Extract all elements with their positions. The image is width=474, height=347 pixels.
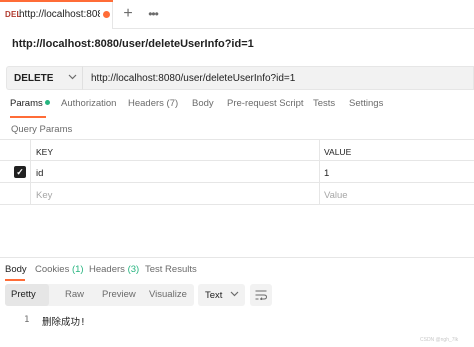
new-tab-plus-icon[interactable]: + — [120, 5, 136, 23]
response-body-text: 删除成功! — [42, 317, 86, 328]
pretty-button[interactable]: Pretty — [5, 284, 49, 306]
chevron-down-icon — [68, 72, 77, 85]
raw-button[interactable]: Raw — [59, 284, 90, 306]
more-tabs-ellipsis-icon[interactable]: ••• — [145, 5, 161, 23]
url-input[interactable]: http://localhost:8080/user/deleteUserInf… — [82, 66, 474, 90]
table-row-empty: Key Value — [0, 183, 474, 205]
column-divider — [30, 161, 31, 182]
response-type-label: Text — [205, 290, 223, 301]
headers-count: (3) — [127, 264, 140, 275]
response-tabs: Body Cookies (1) Headers (3) Test Result… — [0, 264, 474, 278]
cookies-count: (1) — [71, 264, 84, 275]
column-divider — [319, 161, 320, 182]
preview-button[interactable]: Preview — [96, 284, 142, 306]
active-request-tab-underline — [10, 116, 46, 118]
query-params-title: Query Params — [11, 124, 73, 135]
new-param-value-input[interactable]: Value — [324, 190, 348, 201]
tab-headers[interactable]: Headers (7) — [128, 98, 178, 109]
table-row: ✓ id 1 — [0, 161, 474, 183]
tab-response-headers[interactable]: Headers (3) — [89, 264, 139, 275]
tab-body[interactable]: Body — [192, 98, 214, 109]
chevron-down-icon — [230, 289, 239, 301]
visualize-button[interactable]: Visualize — [143, 284, 193, 306]
tab-response-cookies-label: Cookies — [35, 264, 70, 275]
unsaved-dot-icon — [103, 11, 110, 18]
tab-authorization[interactable]: Authorization — [61, 98, 116, 109]
column-header-key: KEY — [36, 147, 54, 157]
tab-pre-request-script[interactable]: Pre-request Script — [227, 98, 304, 109]
new-param-key-input[interactable]: Key — [36, 190, 52, 201]
response-divider — [0, 257, 474, 258]
tab-response-cookies[interactable]: Cookies (1) — [35, 264, 84, 275]
column-header-value: VALUE — [324, 147, 352, 157]
wrap-lines-button[interactable] — [250, 284, 272, 306]
request-tab[interactable]: DEL http://localhost:8080/u — [0, 0, 113, 29]
http-method-select[interactable]: DELETE — [6, 66, 82, 90]
table-header-row: KEY VALUE — [0, 139, 474, 161]
request-tabs: Params Authorization Headers (7) Body Pr… — [0, 98, 474, 116]
response-format-group: Pretty Raw Preview Visualize — [5, 284, 194, 306]
tab-params-label: Params — [10, 98, 43, 109]
line-number: 1 — [24, 315, 30, 325]
param-key-field[interactable]: id — [36, 168, 43, 179]
column-divider — [30, 140, 31, 160]
tab-bar: DEL http://localhost:8080/u + ••• — [0, 0, 474, 29]
http-method-label: DELETE — [14, 73, 54, 84]
tab-response-test-results[interactable]: Test Results — [145, 264, 197, 275]
url-text: http://localhost:8080/user/deleteUserInf… — [91, 73, 296, 84]
tab-response-headers-label: Headers — [89, 264, 125, 275]
tab-params[interactable]: Params — [10, 98, 50, 109]
active-response-tab-underline — [5, 279, 25, 281]
watermark: CSDN @ngh_7lk — [420, 337, 459, 343]
wrap-lines-icon — [255, 290, 267, 300]
column-divider — [319, 140, 320, 160]
response-type-select[interactable]: Text — [198, 284, 245, 306]
column-divider — [319, 183, 320, 204]
tab-tests[interactable]: Tests — [313, 98, 335, 109]
param-value-field[interactable]: 1 — [324, 168, 329, 179]
tab-settings[interactable]: Settings — [349, 98, 383, 109]
active-tab-indicator — [0, 0, 113, 2]
params-active-dot-icon — [44, 100, 50, 105]
tab-title: http://localhost:8080/u — [19, 9, 100, 20]
param-enabled-checkbox[interactable]: ✓ — [14, 166, 26, 178]
column-divider — [30, 183, 31, 204]
tab-response-body[interactable]: Body — [5, 264, 27, 275]
request-title[interactable]: http://localhost:8080/user/deleteUserInf… — [12, 38, 254, 50]
